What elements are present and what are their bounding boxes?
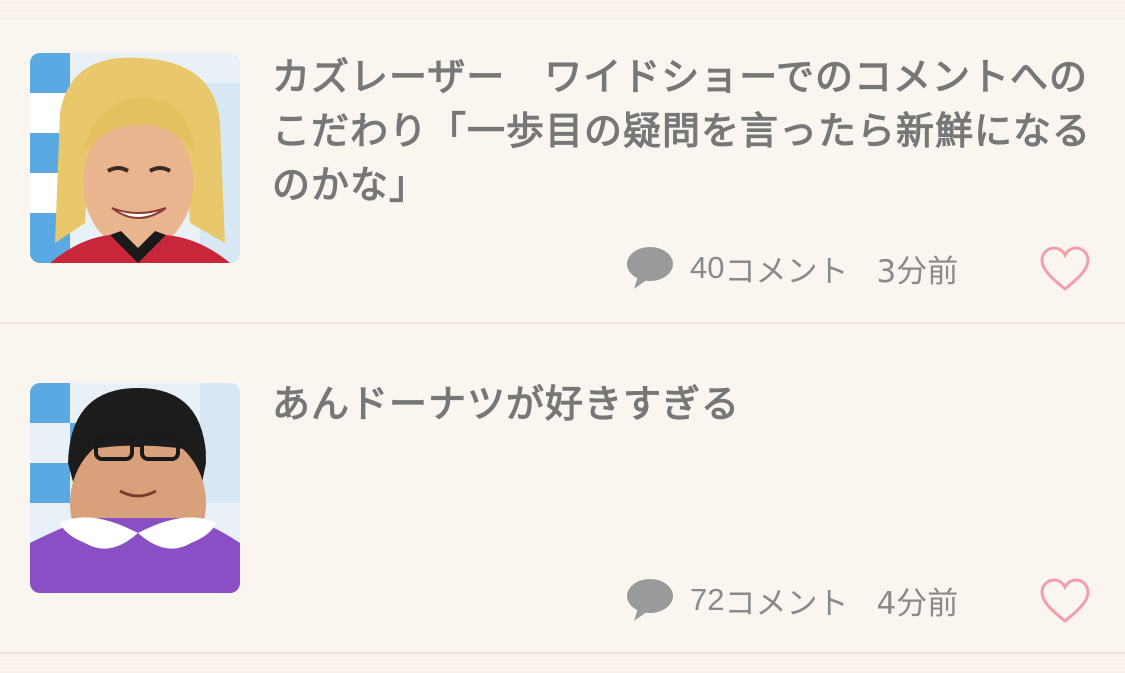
comment-count: 40 [690,250,725,285]
comment-count: 72 [690,582,725,617]
person-photo-icon [30,53,240,263]
comment-label: コメント [724,253,849,290]
topic-item[interactable]: カズレーザー ワイドショーでのコメントへのこだわり「一歩目の疑問を言ったら新鮮に… [0,0,1125,323]
person-photo-icon [30,383,240,593]
posted-time: 3分前 [876,253,959,290]
bottom-edge [0,654,1125,673]
heart-outline-icon[interactable] [1040,578,1090,624]
topic-thumbnail[interactable] [30,383,240,593]
topic-thumbnail[interactable] [30,53,240,263]
speech-bubble-icon [627,579,673,621]
comment-label: コメント [724,585,849,622]
topic-meta: 40 コメント 3分前 [626,246,958,290]
posted-time: 4分前 [876,585,959,622]
divider [0,322,1125,324]
topic-title[interactable]: カズレーザー ワイドショーでのコメントへのこだわり「一歩目の疑問を言ったら新鮮に… [272,50,1092,212]
speech-bubble-icon [627,247,673,289]
topic-item[interactable]: あんドーナツが好きすぎる 72 コメント 4分前 [0,325,1125,652]
topic-title[interactable]: あんドーナツが好きすぎる [272,377,1092,431]
heart-outline-icon[interactable] [1040,246,1090,292]
topic-meta: 72 コメント 4分前 [626,578,958,622]
topic-feed: カズレーザー ワイドショーでのコメントへのこだわり「一歩目の疑問を言ったら新鮮に… [0,0,1125,673]
